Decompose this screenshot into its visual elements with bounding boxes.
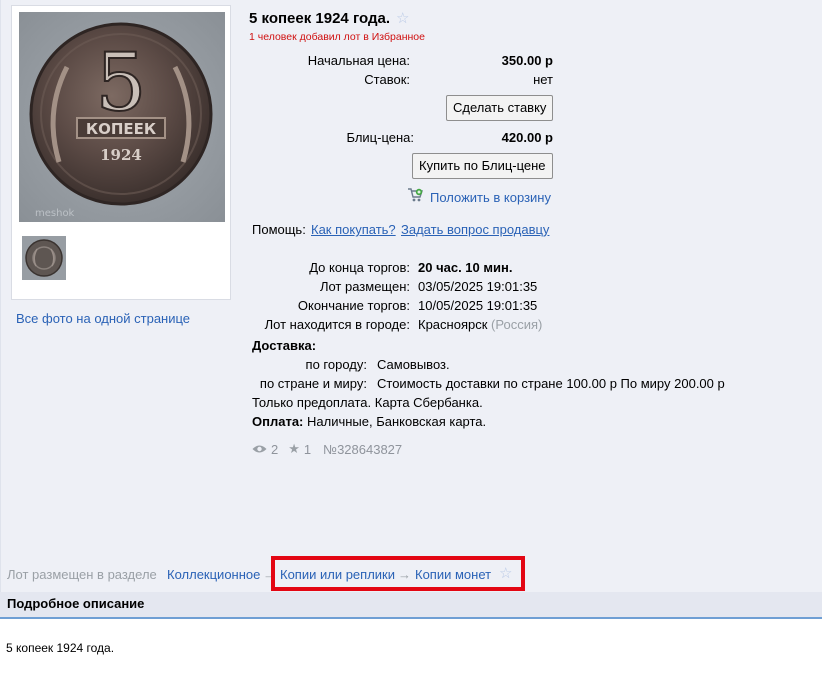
breadcrumb-item-collectible[interactable]: Коллекционное [167, 567, 260, 582]
how-to-buy-link[interactable]: Как покупать? [311, 222, 396, 237]
delivery-city-label: по городу: [305, 357, 367, 372]
payment-label: Оплата: [252, 414, 304, 429]
prepay-note: Только предоплата. Карта Сбербанка. [252, 395, 483, 410]
ask-seller-link[interactable]: Задать вопрос продавцу [401, 222, 549, 237]
payment-row: Оплата: Наличные, Банковская карта. [252, 414, 486, 429]
favorite-star-icon[interactable]: ☆ [396, 9, 409, 27]
time-left-label: До конца торгов: [309, 260, 410, 275]
end-date-label: Окончание торгов: [297, 298, 410, 313]
watermark: meshok [35, 208, 75, 219]
lot-title-row: 5 копеек 1924 года. ☆ [249, 9, 409, 28]
coin-denomination: 5 [96, 36, 147, 129]
time-left-value: 20 час. 10 мин. [418, 260, 513, 275]
country-value: (Россия) [491, 317, 543, 332]
views-count: 2 [271, 441, 279, 457]
photo-thumbnail[interactable] [22, 236, 66, 280]
payment-value: Наличные, Банковская карта. [307, 414, 487, 429]
star-count-icon: ★ [288, 441, 300, 456]
bids-value: нет [533, 72, 553, 87]
cart-icon[interactable] [407, 187, 423, 203]
delivery-country-value: Стоимость доставки по стране 100.00 р По… [377, 376, 725, 391]
buy-now-button[interactable]: Купить по Блиц-цене [412, 153, 553, 179]
placed-label: Лот размещен: [319, 279, 410, 294]
coin-image: 5 КОПЕЕК 1924 meshok [19, 12, 225, 222]
description-text: 5 копеек 1924 года. [6, 641, 115, 655]
delivery-city-value: Самовывоз. [377, 357, 450, 372]
add-to-cart-link[interactable]: Положить в корзину [430, 190, 551, 205]
description-title: Подробное описание [7, 596, 145, 611]
end-date-value: 10/05/2025 19:01:35 [418, 298, 538, 313]
coin-year: 1924 [100, 146, 142, 164]
bids-label: Ставок: [364, 72, 410, 87]
all-photos-link[interactable]: Все фото на одной странице [16, 311, 190, 326]
city-label: Лот находится в городе: [264, 317, 410, 332]
description-header: Подробное описание [0, 592, 822, 619]
place-bid-button[interactable]: Сделать ставку [446, 95, 554, 121]
help-label: Помощь: [252, 222, 306, 237]
photo-card: 5 КОПЕЕК 1924 meshok [11, 5, 231, 300]
start-price-label: Начальная цена: [307, 53, 410, 68]
city-value: Красноярск [418, 317, 488, 332]
delivery-heading: Доставка: [252, 338, 317, 353]
lot-stats: 2 ★ 1 №328643827 [252, 441, 402, 457]
blitz-price-value: 420.00 р [501, 130, 553, 145]
coin-word: КОПЕЕК [86, 120, 157, 138]
highlight-box [271, 556, 525, 591]
lot-number: №328643827 [323, 441, 403, 457]
thumbnail-coin-image [22, 236, 66, 280]
stars-count: 1 [303, 441, 312, 457]
start-price-value: 350.00 р [501, 53, 553, 68]
main-photo[interactable]: 5 КОПЕЕК 1924 meshok [19, 12, 225, 222]
favorites-note: 1 человек добавил лот в Избранное [249, 31, 425, 43]
eye-icon [252, 442, 267, 457]
city-info: Красноярск (Россия) [418, 317, 542, 332]
delivery-country-label: по стране и миру: [259, 376, 367, 391]
page-title: 5 копеек 1924 года. [249, 9, 390, 27]
breadcrumb-prefix: Лот размещен в разделе [7, 567, 157, 582]
placed-value: 03/05/2025 19:01:35 [418, 279, 538, 294]
blitz-price-label: Блиц-цена: [346, 130, 414, 145]
